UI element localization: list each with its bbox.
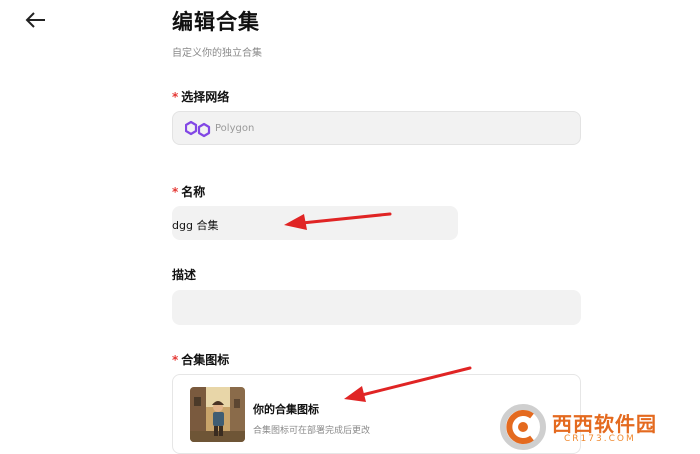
network-label: * 选择网络 [172,90,230,104]
page-title: 编辑合集 [172,10,260,34]
name-label: * 名称 [172,185,206,199]
required-mark: * [172,185,179,199]
network-value: Polygon [215,123,255,134]
description-label: 描述 [172,268,197,282]
collection-icon-title: 你的合集图标 [253,403,319,416]
polygon-logo-icon [185,120,211,138]
back-button[interactable] [24,8,48,32]
collection-icon-hint: 合集图标可在部署完成后更改 [253,426,371,436]
watermark-sub: CR173.COM [564,434,636,444]
watermark-text: 西西软件园 [552,412,657,436]
collection-icon-image[interactable] [190,387,245,442]
collection-icon-label: * 合集图标 [172,353,230,367]
name-value: dgg 合集 [172,219,219,232]
page-subtitle: 自定义你的独立合集 [172,48,262,59]
required-mark: * [172,90,179,104]
name-input[interactable]: dgg 合集 [172,206,458,240]
description-input[interactable] [172,290,581,325]
collection-thumbnail-icon [190,387,245,442]
required-mark: * [172,353,179,367]
arrow-left-icon [25,12,45,28]
watermark: 西西软件园 CR173.COM [498,404,698,452]
network-select[interactable]: Polygon [172,111,581,145]
cr173-logo-icon [500,404,546,450]
